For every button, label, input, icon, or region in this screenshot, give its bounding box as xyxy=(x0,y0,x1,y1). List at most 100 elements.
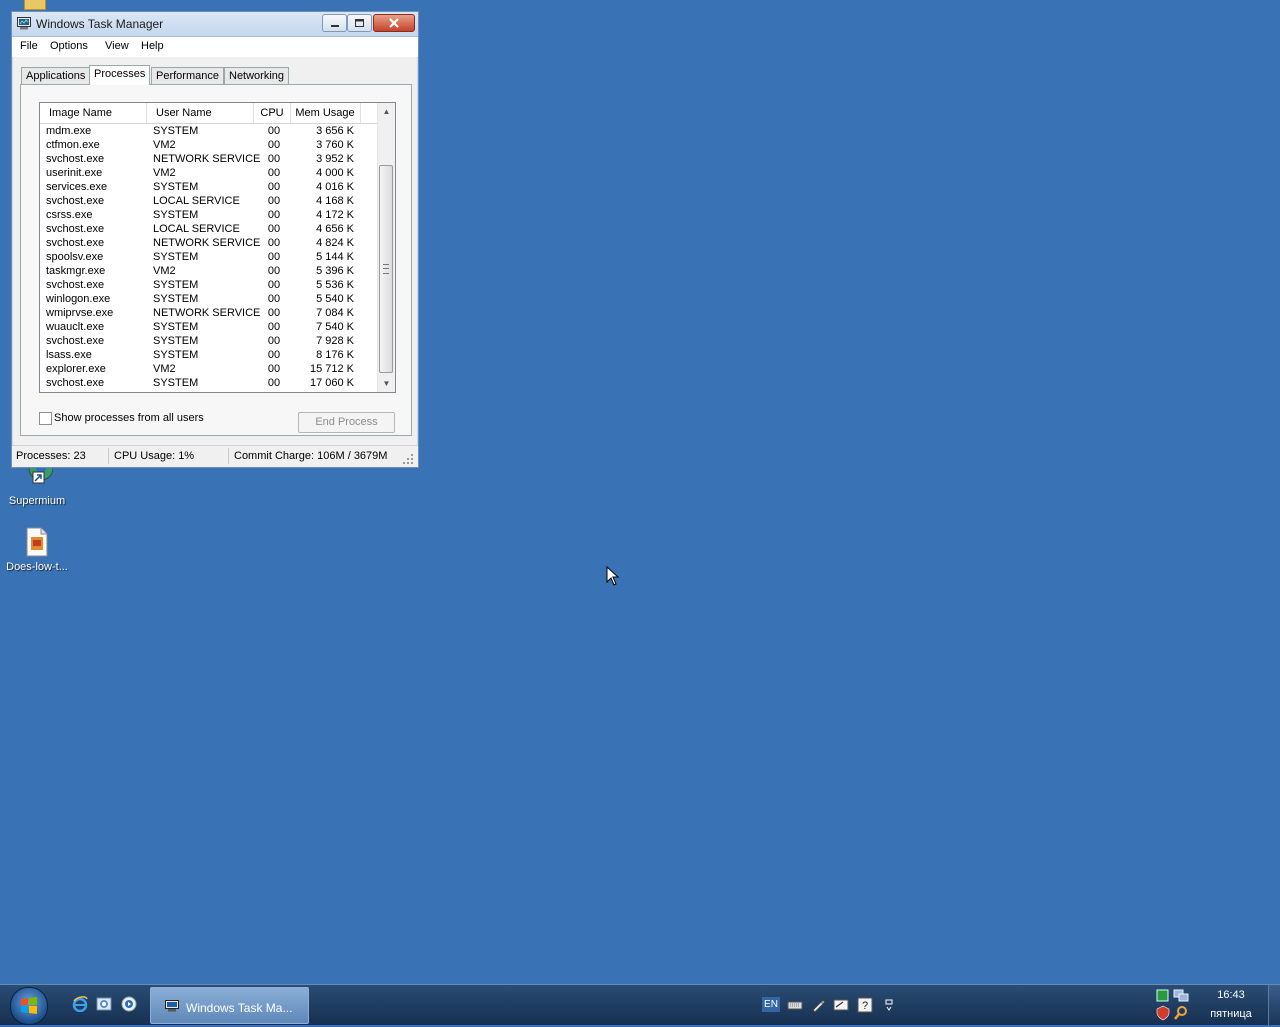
maximize-button[interactable] xyxy=(347,14,372,32)
table-row[interactable]: spoolsv.exe SYSTEM 00 5 144 K xyxy=(40,250,378,264)
scroll-down-button[interactable]: ▼ xyxy=(378,375,395,392)
process-user-name: NETWORK SERVICE xyxy=(153,307,261,319)
process-cpu: 00 xyxy=(267,265,281,277)
menu-help[interactable]: Help xyxy=(141,40,164,52)
clock-day[interactable]: пятница xyxy=(1205,1008,1257,1020)
security-shield-icon[interactable] xyxy=(1155,1005,1171,1021)
title-bar[interactable]: Windows Task Manager xyxy=(12,12,418,37)
options-chevron-icon[interactable] xyxy=(881,997,897,1013)
input-panel-icon[interactable] xyxy=(833,997,849,1013)
process-user-name: NETWORK SERVICE xyxy=(153,237,261,249)
process-image-name: explorer.exe xyxy=(46,363,106,375)
process-mem-usage: 15 712 K xyxy=(309,363,354,375)
table-row[interactable]: svchost.exe SYSTEM 00 17 060 K xyxy=(40,376,378,390)
table-row[interactable]: lsass.exe SYSTEM 00 8 176 K xyxy=(40,348,378,362)
table-row[interactable]: svchost.exe SYSTEM 00 7 928 K xyxy=(40,334,378,348)
start-button[interactable] xyxy=(10,987,48,1025)
process-cpu: 00 xyxy=(267,377,281,389)
process-user-name: LOCAL SERVICE xyxy=(153,223,240,235)
process-list[interactable]: Image Name User Name CPU Mem Usage mdm.e… xyxy=(39,102,396,393)
table-row[interactable]: services.exe SYSTEM 00 4 016 K xyxy=(40,180,378,194)
process-cpu: 00 xyxy=(267,125,281,137)
taskbar-button-label: Windows Task Ma... xyxy=(186,1001,293,1015)
process-image-name: svchost.exe xyxy=(46,335,105,347)
table-row[interactable]: svchost.exe NETWORK SERVICE 00 4 824 K xyxy=(40,236,378,250)
process-user-name: SYSTEM xyxy=(153,279,199,291)
desktop-folder-icon[interactable] xyxy=(24,0,46,10)
scroll-up-button[interactable]: ▲ xyxy=(378,103,395,120)
minimize-button[interactable] xyxy=(322,14,347,32)
table-row[interactable]: userinit.exe VM2 00 4 000 K xyxy=(40,166,378,180)
clock-time[interactable]: 16:43 xyxy=(1210,989,1252,1001)
process-image-name: mdm.exe xyxy=(46,125,92,137)
resize-grip-icon[interactable] xyxy=(403,454,414,465)
task-manager-window[interactable]: Windows Task Manager File Options View H… xyxy=(11,11,419,468)
keyboard-icon[interactable] xyxy=(787,997,803,1013)
close-icon xyxy=(389,18,399,28)
close-button[interactable] xyxy=(373,14,415,32)
tab-applications[interactable]: Applications xyxy=(21,67,91,84)
table-row[interactable]: csrss.exe SYSTEM 00 4 172 K xyxy=(40,208,378,222)
table-row[interactable]: winlogon.exe SYSTEM 00 5 540 K xyxy=(40,292,378,306)
menu-view[interactable]: View xyxy=(105,40,129,52)
table-row[interactable]: wuauclt.exe SYSTEM 00 7 540 K xyxy=(40,320,378,334)
process-cpu: 00 xyxy=(267,153,281,165)
process-user-name: LOCAL SERVICE xyxy=(153,195,240,207)
table-row[interactable]: wmiprvse.exe NETWORK SERVICE 00 7 084 K xyxy=(40,306,378,320)
table-row[interactable]: svchost.exe NETWORK SERVICE 00 3 952 K xyxy=(40,152,378,166)
desktop-icon-label: Supermium xyxy=(8,495,66,507)
show-desktop-button[interactable] xyxy=(1268,985,1280,1025)
show-all-users-checkbox[interactable] xyxy=(39,412,52,425)
process-image-name: services.exe xyxy=(46,181,108,193)
pen-icon[interactable] xyxy=(810,997,826,1013)
media-player-icon[interactable] xyxy=(121,996,137,1012)
process-cpu: 00 xyxy=(267,195,281,207)
scroll-thumb[interactable] xyxy=(379,165,393,373)
tab-processes[interactable]: Processes xyxy=(89,65,151,85)
language-indicator[interactable]: EN xyxy=(762,997,780,1012)
vertical-scrollbar[interactable]: ▲ ▼ xyxy=(377,103,395,392)
process-mem-usage: 5 536 K xyxy=(316,279,354,291)
internet-explorer-icon[interactable] xyxy=(72,996,88,1012)
status-divider xyxy=(108,448,109,464)
table-row[interactable]: svchost.exe LOCAL SERVICE 00 4 168 K xyxy=(40,194,378,208)
column-image-name[interactable]: Image Name xyxy=(40,103,147,123)
process-mem-usage: 4 168 K xyxy=(316,195,354,207)
help-icon[interactable]: ? xyxy=(857,997,873,1013)
process-cpu: 00 xyxy=(267,307,281,319)
end-process-button[interactable]: End Process xyxy=(298,412,395,433)
table-row[interactable]: ctfmon.exe VM2 00 3 760 K xyxy=(40,138,378,152)
table-row[interactable]: mdm.exe SYSTEM 00 3 656 K xyxy=(40,124,378,138)
column-cpu[interactable]: CPU xyxy=(254,103,291,123)
search-icon[interactable] xyxy=(1173,1005,1189,1021)
menu-file[interactable]: File xyxy=(20,40,38,52)
taskbar-button-task-manager[interactable]: Windows Task Ma... xyxy=(150,987,309,1024)
processes-panel: Image Name User Name CPU Mem Usage mdm.e… xyxy=(20,84,412,436)
process-mem-usage: 4 824 K xyxy=(316,237,354,249)
process-cpu: 00 xyxy=(267,223,281,235)
network-icon[interactable] xyxy=(1173,988,1189,1004)
table-row[interactable]: taskmgr.exe VM2 00 5 396 K xyxy=(40,264,378,278)
table-row[interactable]: svchost.exe SYSTEM 00 5 536 K xyxy=(40,278,378,292)
table-row[interactable]: explorer.exe VM2 00 15 712 K xyxy=(40,362,378,376)
column-mem-usage[interactable]: Mem Usage xyxy=(290,103,361,123)
table-row[interactable]: svchost.exe LOCAL SERVICE 00 4 656 K xyxy=(40,222,378,236)
process-user-name: SYSTEM xyxy=(153,293,199,305)
process-mem-usage: 4 656 K xyxy=(316,223,354,235)
maximize-icon xyxy=(355,19,364,27)
process-cpu: 00 xyxy=(267,237,281,249)
tab-networking[interactable]: Networking xyxy=(224,67,290,84)
tab-performance[interactable]: Performance xyxy=(151,67,224,84)
process-user-name: SYSTEM xyxy=(153,377,199,389)
menu-options[interactable]: Options xyxy=(50,40,88,52)
process-user-name: SYSTEM xyxy=(153,125,199,137)
mouse-cursor-icon xyxy=(606,566,620,586)
show-desktop-quick-icon[interactable] xyxy=(96,996,112,1012)
process-cpu: 00 xyxy=(267,209,281,221)
desktop-icon-file[interactable]: Does-low-t... xyxy=(0,526,74,573)
notification-square-icon[interactable] xyxy=(1155,988,1171,1004)
column-user-name[interactable]: User Name xyxy=(147,103,254,123)
show-all-users-label: Show processes from all users xyxy=(54,412,204,424)
process-mem-usage: 3 952 K xyxy=(316,153,354,165)
process-mem-usage: 7 084 K xyxy=(316,307,354,319)
